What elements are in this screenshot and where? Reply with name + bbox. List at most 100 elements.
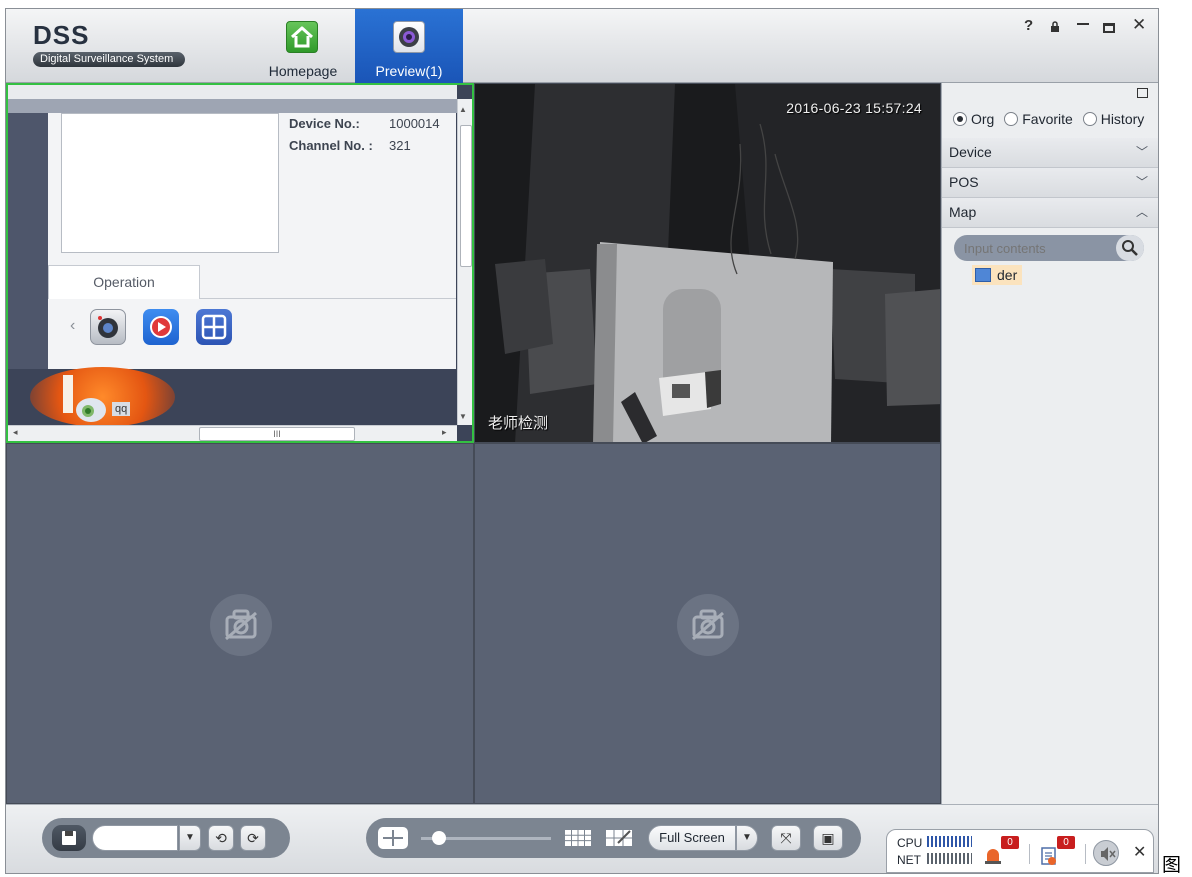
multi-grid-button[interactable] [563,827,593,849]
chevron-left-icon[interactable]: ‹ [70,317,75,335]
view-mode-radios: Org Favorite History [953,111,1144,127]
qq-icon[interactable] [76,398,106,422]
channel-no-label: Channel No. : [289,138,373,153]
brand-title: DSS [33,20,90,50]
event-count-badge: 0 [1057,836,1075,849]
chevron-down-icon: ﹀ [1135,145,1148,159]
event-log-icon [1041,847,1056,865]
brand-logo: DSS Digital Surveillance System [33,20,186,67]
bottom-toolbar: ▼ ⟲ ⟳ Full Screen ▼ ⤧ ▣ CPU NET 0 0 ✕ [6,804,1158,873]
qq-label: qq [112,402,131,416]
home-icon [286,21,318,53]
chevron-down-icon: ﹀ [1135,175,1148,189]
chevron-up-icon: ︿ [1135,205,1148,219]
maximize-button[interactable] [1103,23,1115,33]
camera-preview-icon [393,21,425,53]
dss-window: DSS Digital Surveillance System Homepage [5,8,1159,874]
no-video-camera-icon [210,594,272,656]
fit-window-button[interactable]: ⤧ [771,825,801,851]
layout-dropdown-button[interactable]: ▼ [179,825,201,851]
no-video-camera-icon [677,594,739,656]
section-pos[interactable]: POS ﹀ [942,168,1158,198]
search-icon [1122,240,1138,256]
video-timestamp: 2016-06-23 15:57:24 [786,100,922,116]
video-pane-2[interactable]: 2016-06-23 15:57:24 老师检测 [474,83,941,443]
map-tree-item[interactable]: der [972,265,1023,285]
split-screen-button[interactable] [378,827,408,849]
video-grid: Device No.: 1000014 Channel No. : 321 Op… [6,83,941,804]
camera-feed-image [475,84,940,442]
vertical-scroll-thumb[interactable] [460,125,472,267]
radio-favorite[interactable]: Favorite [1004,111,1073,127]
resource-panel: Org Favorite History Device ﹀ POS ﹀ Map … [941,83,1158,804]
radio-org[interactable]: Org [953,111,994,127]
window-mode-button[interactable]: ▣ [813,825,843,851]
custom-layout-button[interactable] [604,827,634,849]
alarm-count-badge: 0 [1001,836,1019,849]
grid-icon [383,830,403,846]
alarm-light-icon [985,849,1001,864]
close-button[interactable]: ✕ [1132,15,1146,35]
net-label: NET [897,853,921,867]
tab-preview[interactable]: Preview(1) [355,9,463,83]
layout-save-group: ▼ ⟲ ⟳ [42,818,290,858]
lock-icon [1051,21,1059,32]
full-screen-dropdown[interactable]: ▼ [736,825,758,851]
channel-name-overlay: 老师检测 [488,415,549,432]
video-pane-3[interactable] [6,443,474,804]
window-icon: ▣ [821,830,835,846]
device-no-label: Device No.: [289,116,360,131]
device-thumbnail-box [61,113,279,253]
device-info-card: Device No.: 1000014 Channel No. : 321 Op… [48,113,456,369]
grid-layout-app-icon[interactable] [196,309,232,345]
zoom-slider-thumb[interactable] [432,831,446,845]
section-device[interactable]: Device ﹀ [942,138,1158,168]
horizontal-scroll-thumb[interactable]: III [199,427,355,441]
tab-homepage-label: Homepage [268,63,338,79]
brand-subtitle: Digital Surveillance System [33,52,186,67]
help-button[interactable]: ? [1024,17,1033,34]
status-group: CPU NET 0 0 ✕ [886,829,1154,873]
cpu-meter [927,836,972,847]
speaker-muted-icon [1101,847,1116,861]
save-layout-button[interactable] [52,825,86,851]
net-meter [927,853,972,864]
panel-float-icon[interactable] [1137,88,1148,98]
cpu-label: CPU [897,836,923,850]
grid-icon [565,830,591,846]
video-pane-4[interactable] [474,443,941,804]
rotate-left-button[interactable]: ⟲ [208,825,234,851]
tab-preview-label: Preview(1) [375,63,443,79]
map-icon [975,268,991,282]
section-map[interactable]: Map ︿ [942,198,1158,228]
minimize-button[interactable] [1077,23,1089,25]
page-trailing-char: 图 [1162,855,1182,876]
camera-app-icon[interactable] [90,309,126,345]
operation-tab[interactable]: Operation [48,265,200,299]
playback-app-icon[interactable] [143,309,179,345]
view-controls-group: Full Screen ▼ ⤧ ▣ [366,818,861,858]
refresh-icon: ⟲ [215,830,227,846]
lock-button[interactable] [1049,20,1061,37]
title-bar: DSS Digital Surveillance System Homepage [6,9,1158,83]
rotate-right-button[interactable]: ⟳ [240,825,266,851]
pane1-strip [8,99,457,113]
layout-select[interactable] [92,825,178,851]
edit-grid-icon [606,830,632,846]
channel-no-value: 321 [389,138,411,153]
refresh-icon: ⟳ [247,830,259,846]
radio-history[interactable]: History [1082,111,1144,127]
map-search-input[interactable] [964,239,1114,257]
alarm-button[interactable] [983,846,1003,864]
event-log-button[interactable] [1039,846,1059,866]
device-no-value: 1000014 [389,116,440,131]
video-pane-1[interactable]: Device No.: 1000014 Channel No. : 321 Op… [6,83,474,443]
search-button[interactable] [1116,235,1144,261]
full-screen-button[interactable]: Full Screen [648,825,736,851]
close-status-button[interactable]: ✕ [1133,842,1146,862]
pane1-vertical-scrollbar[interactable]: ▲ ▼ [457,99,472,425]
mute-button[interactable] [1093,840,1119,866]
pane1-horizontal-scrollbar[interactable]: ◂ III ▸ [8,425,457,441]
tab-homepage[interactable]: Homepage [249,9,357,83]
floppy-disk-icon [62,831,76,845]
